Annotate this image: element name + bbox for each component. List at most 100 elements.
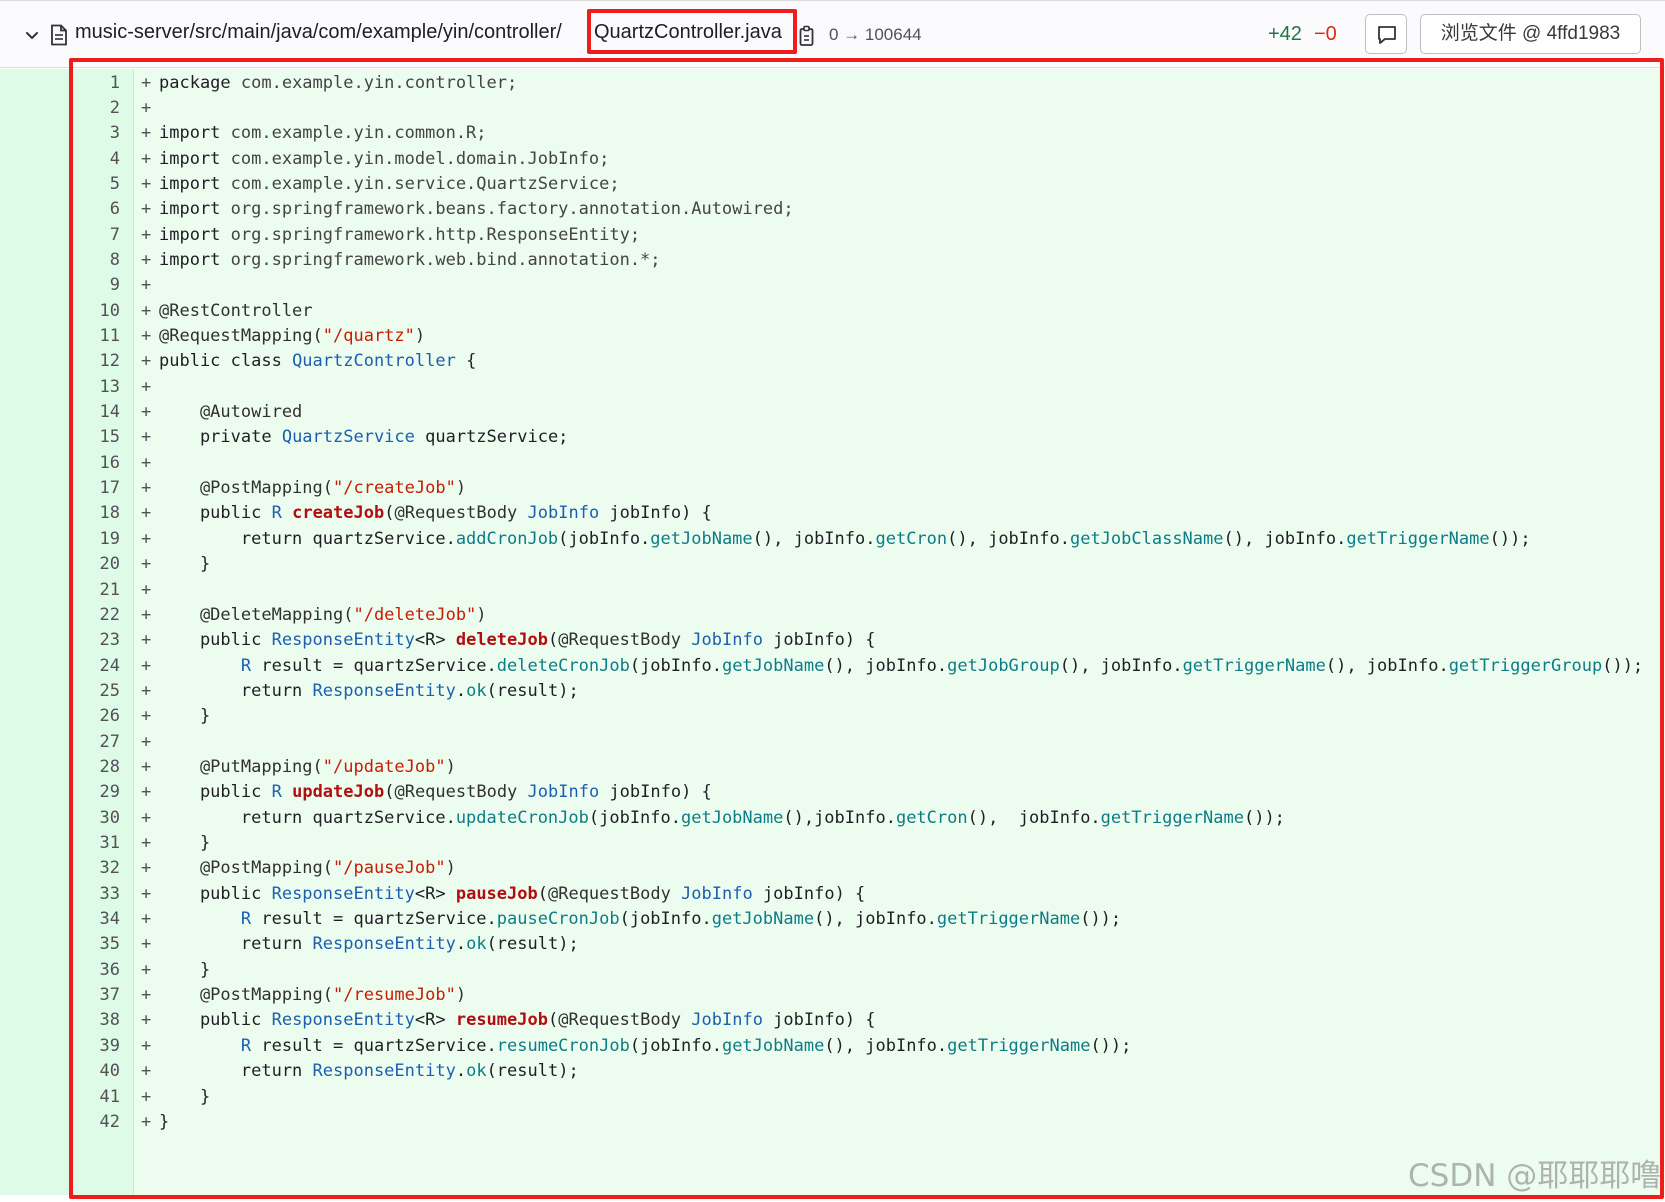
file-icon: [51, 24, 67, 46]
line-number[interactable]: 10: [70, 298, 120, 325]
diff-line: 32 + @PostMapping("/pauseJob"): [0, 855, 1665, 882]
copy-icon[interactable]: [799, 25, 817, 47]
comment-icon: [1378, 26, 1396, 44]
line-number[interactable]: 26: [70, 703, 120, 730]
file-name[interactable]: QuartzController.java: [594, 21, 782, 44]
code-text: return ResponseEntity.ok(result);: [159, 934, 579, 955]
code-text: return quartzService.addCronJob(jobInfo.…: [159, 528, 1531, 549]
diff-line: 14 + @Autowired: [0, 399, 1665, 426]
added-marker: +: [141, 148, 152, 169]
added-marker: +: [141, 402, 152, 423]
code-text: import org.springframework.http.Response…: [159, 224, 641, 245]
added-marker: +: [141, 680, 152, 701]
line-number[interactable]: 36: [70, 957, 120, 984]
diff-view: 1 + package com.example.yin.controller; 2 +3…: [0, 69, 1665, 1195]
code-text: package com.example.yin.controller;: [159, 72, 518, 93]
line-number[interactable]: 28: [70, 754, 120, 781]
diff-line: 22 + @DeleteMapping("/deleteJob"): [0, 602, 1665, 629]
line-number[interactable]: 30: [70, 805, 120, 832]
line-number[interactable]: 7: [70, 222, 120, 249]
added-marker: +: [141, 173, 152, 194]
code-text: }: [159, 706, 211, 727]
diff-line: 23 + public ResponseEntity<R> deleteJob(@…: [0, 627, 1665, 654]
line-number[interactable]: 17: [70, 475, 120, 502]
added-marker: +: [141, 706, 152, 727]
code-text: @PostMapping("/pauseJob"): [159, 858, 456, 879]
line-number[interactable]: 4: [70, 146, 120, 173]
line-number[interactable]: 16: [70, 450, 120, 477]
code-text: public class QuartzController {: [159, 351, 477, 372]
added-marker: +: [141, 655, 152, 676]
added-marker: +: [141, 1010, 152, 1031]
code-text: import org.springframework.beans.factory…: [159, 199, 794, 220]
line-number[interactable]: 14: [70, 399, 120, 426]
code-text: R result = quartzService.resumeCronJob(j…: [159, 1035, 1132, 1056]
code-text: public R updateJob(@RequestBody JobInfo …: [159, 782, 712, 803]
code-text: public R createJob(@RequestBody JobInfo …: [159, 503, 712, 524]
diff-line: 30 + return quartzService.updateCronJob(j…: [0, 805, 1665, 832]
line-number[interactable]: 24: [70, 653, 120, 680]
added-marker: +: [141, 528, 152, 549]
code-text: }: [159, 833, 211, 853]
line-number[interactable]: 13: [70, 374, 120, 401]
deletions-count: −0: [1314, 23, 1337, 45]
line-number[interactable]: 33: [70, 881, 120, 908]
code-text: @DeleteMapping("/deleteJob"): [159, 604, 487, 625]
diff-line: 21 +: [0, 577, 1665, 604]
line-number[interactable]: 5: [70, 171, 120, 198]
comment-button[interactable]: [1365, 14, 1407, 54]
line-number[interactable]: 22: [70, 602, 120, 629]
line-number[interactable]: 39: [70, 1033, 120, 1060]
additions-count: +42: [1268, 23, 1302, 45]
diff-line: 37 + @PostMapping("/resumeJob"): [0, 982, 1665, 1009]
line-number[interactable]: 8: [70, 247, 120, 274]
line-number[interactable]: 42: [70, 1109, 120, 1136]
line-number[interactable]: 6: [70, 196, 120, 223]
line-number[interactable]: 20: [70, 551, 120, 578]
line-number[interactable]: 21: [70, 577, 120, 604]
added-marker: +: [141, 224, 152, 245]
line-number[interactable]: 15: [70, 424, 120, 451]
diff-line: 38 + public ResponseEntity<R> resumeJob(@…: [0, 1007, 1665, 1034]
line-number[interactable]: 29: [70, 779, 120, 806]
line-number[interactable]: 35: [70, 931, 120, 958]
added-marker: +: [141, 731, 152, 752]
added-marker: +: [141, 123, 152, 144]
code-text: @RequestMapping("/quartz"): [159, 326, 426, 346]
line-number[interactable]: 25: [70, 678, 120, 705]
diff-line: 34 + R result = quartzService.pauseCronJo…: [0, 906, 1665, 933]
chevron-down-icon[interactable]: [22, 25, 42, 45]
line-number[interactable]: 27: [70, 729, 120, 756]
line-number[interactable]: 3: [70, 120, 120, 147]
code-text: @PutMapping("/updateJob"): [159, 756, 456, 777]
view-file-button[interactable]: 浏览文件 @ 4ffd1983: [1420, 14, 1641, 54]
line-number[interactable]: 19: [70, 526, 120, 553]
added-marker: +: [141, 579, 152, 600]
line-number[interactable]: 40: [70, 1058, 120, 1085]
line-number[interactable]: 18: [70, 500, 120, 527]
line-number[interactable]: 12: [70, 348, 120, 375]
line-number[interactable]: 11: [70, 323, 120, 350]
line-number[interactable]: 34: [70, 906, 120, 933]
line-number[interactable]: 32: [70, 855, 120, 882]
line-number[interactable]: 23: [70, 627, 120, 654]
code-text: }: [159, 1086, 211, 1107]
line-number[interactable]: 31: [70, 830, 120, 857]
diff-line: 39 + R result = quartzService.resumeCronJ…: [0, 1033, 1665, 1060]
line-number[interactable]: 37: [70, 982, 120, 1009]
line-number[interactable]: 1: [70, 70, 120, 97]
diff-line: 2 +: [0, 95, 1665, 122]
code-text: import com.example.yin.common.R;: [159, 123, 487, 144]
added-marker: +: [141, 275, 152, 296]
line-number[interactable]: 9: [70, 272, 120, 299]
added-marker: +: [141, 630, 152, 651]
line-number[interactable]: 2: [70, 95, 120, 122]
added-marker: +: [141, 326, 152, 346]
diff-line: 41 + }: [0, 1084, 1665, 1111]
code-text: return ResponseEntity.ok(result);: [159, 680, 579, 701]
line-number[interactable]: 41: [70, 1084, 120, 1111]
diff-line: 1 + package com.example.yin.controller;: [0, 70, 1665, 97]
diff-line: 28 + @PutMapping("/updateJob"): [0, 754, 1665, 781]
line-number[interactable]: 38: [70, 1007, 120, 1034]
file-path: music-server/src/main/java/com/example/y…: [75, 21, 562, 43]
